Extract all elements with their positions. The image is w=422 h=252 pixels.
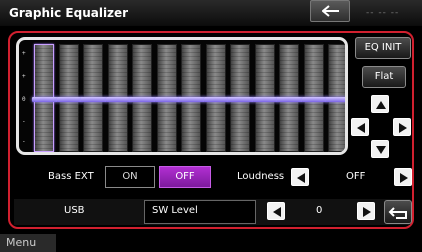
scale-label: + (22, 73, 26, 80)
bass-ext-off-button[interactable]: OFF (159, 166, 211, 188)
eq-band-knob[interactable] (179, 97, 205, 102)
scale-label: 0 (22, 96, 26, 103)
eq-band-knob[interactable] (301, 97, 328, 102)
eq-band-slider[interactable] (203, 44, 230, 152)
sw-level-prev-button[interactable] (267, 202, 285, 220)
loudness-label: Loudness (237, 171, 285, 182)
return-button[interactable] (384, 200, 412, 224)
eq-band-knob[interactable] (228, 97, 254, 102)
eq-band-knob[interactable] (81, 97, 107, 102)
eq-band-slider[interactable] (326, 44, 345, 152)
scale-label: - (22, 118, 26, 125)
source-label: USB (64, 205, 85, 216)
eq-band-slider[interactable] (105, 44, 132, 152)
eq-band-slider[interactable] (301, 44, 328, 152)
menu-bar (0, 234, 422, 252)
eq-band-slider[interactable] (179, 44, 205, 152)
left-arrow-button[interactable] (351, 118, 369, 136)
flat-button[interactable]: Flat (362, 66, 406, 88)
eq-band-slider[interactable] (81, 44, 107, 152)
arrow-right-icon (400, 173, 408, 183)
eq-band-knob[interactable] (105, 97, 132, 102)
menu-button[interactable]: Menu (0, 234, 56, 252)
eq-band-slider[interactable] (32, 44, 58, 152)
right-arrow-button[interactable] (393, 118, 411, 136)
eq-band-slider[interactable] (252, 44, 279, 152)
eq-band-knob[interactable] (56, 97, 83, 102)
arrow-left-icon (357, 123, 365, 133)
bass-ext-label: Bass EXT (48, 171, 94, 182)
back-button[interactable] (310, 0, 350, 22)
arrow-left-icon (273, 207, 281, 217)
arrow-down-icon (376, 146, 386, 154)
title-bar: Graphic Equalizer -- -- -- (0, 0, 422, 26)
sw-level-label: SW Level (152, 205, 198, 216)
arrow-up-icon (376, 101, 386, 109)
scale-label: + (22, 50, 26, 57)
sw-level-next-button[interactable] (357, 202, 375, 220)
title-faded-label: -- -- -- (366, 8, 400, 18)
bass-ext-on-button[interactable]: ON (105, 166, 155, 188)
equalizer-panel: + + 0 - - (16, 37, 348, 155)
up-arrow-button[interactable] (371, 95, 389, 113)
eq-band-knob[interactable] (252, 97, 279, 102)
arrow-right-icon (363, 207, 371, 217)
arrow-left-icon (297, 173, 305, 183)
eq-init-button[interactable]: EQ INIT (355, 37, 411, 59)
scale-label: - (22, 138, 26, 145)
eq-band-knob[interactable] (154, 97, 181, 102)
down-arrow-button[interactable] (371, 140, 389, 158)
sw-level-value: 0 (316, 205, 323, 216)
arrow-right-icon (399, 123, 407, 133)
page-title: Graphic Equalizer (9, 6, 129, 20)
loudness-prev-button[interactable] (291, 168, 309, 186)
eq-band-knob[interactable] (277, 97, 303, 102)
eq-band-slider[interactable] (130, 44, 156, 152)
back-arrow-icon (322, 5, 339, 17)
eq-band-knob[interactable] (32, 97, 58, 102)
eq-band-slider[interactable] (56, 44, 83, 152)
eq-band-slider[interactable] (228, 44, 254, 152)
eq-band-slider[interactable] (154, 44, 181, 152)
loudness-value: OFF (346, 171, 366, 182)
eq-band-slider[interactable] (277, 44, 303, 152)
return-icon (388, 207, 407, 219)
loudness-next-button[interactable] (394, 168, 412, 186)
eq-band-knob[interactable] (326, 97, 345, 102)
eq-band-knob[interactable] (203, 97, 230, 102)
eq-band-knob[interactable] (130, 97, 156, 102)
